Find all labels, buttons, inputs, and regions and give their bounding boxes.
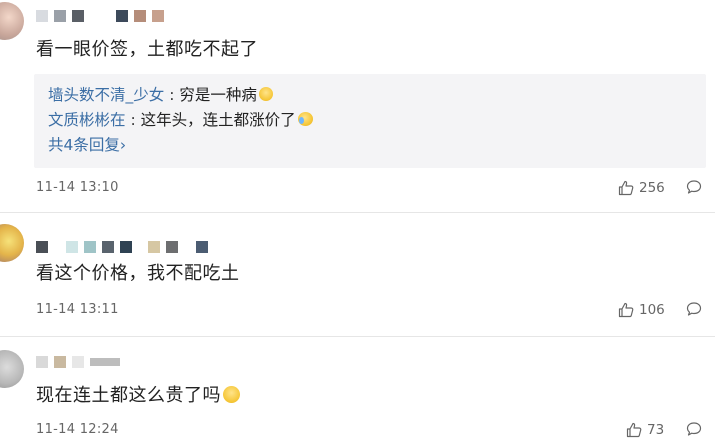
timestamp: 11-14 13:10 bbox=[36, 180, 119, 195]
comment-item: 看一眼价签，土都吃不起了 墙头数不清_少女 : 穷是一种病 文质彬彬在 : 这年… bbox=[0, 0, 715, 212]
comment-bubble-icon[interactable] bbox=[686, 179, 702, 195]
comment-text: 看一眼价签，土都吃不起了 bbox=[36, 39, 258, 60]
like-button[interactable]: 73 bbox=[626, 420, 664, 440]
pixel-gap bbox=[54, 241, 60, 253]
comment-text-content: 现在连土都这么贵了吗 bbox=[36, 385, 221, 406]
reply-username[interactable]: 墙头数不清_少女 bbox=[48, 86, 164, 104]
timestamp: 11-14 12:24 bbox=[36, 422, 119, 437]
like-count: 106 bbox=[639, 302, 665, 318]
more-replies-link[interactable]: 共4条回复› bbox=[48, 135, 126, 155]
comment-bubble-icon[interactable] bbox=[686, 301, 702, 317]
avatar[interactable] bbox=[0, 224, 24, 262]
pixel-block bbox=[166, 241, 178, 253]
comment-bubble-icon[interactable] bbox=[686, 421, 702, 437]
smile-emoji-icon bbox=[258, 87, 273, 101]
reply-text: 穷是一种病 bbox=[179, 86, 257, 104]
reply-separator: : bbox=[125, 111, 141, 129]
username-pixelated[interactable] bbox=[36, 9, 164, 23]
pixel-block bbox=[152, 10, 164, 22]
reply-box: 墙头数不清_少女 : 穷是一种病 文质彬彬在 : 这年头，连土都涨价了 共4条回… bbox=[34, 74, 706, 168]
avatar[interactable] bbox=[0, 2, 24, 40]
pixel-block bbox=[36, 356, 48, 368]
username-pixelated[interactable] bbox=[36, 240, 208, 254]
pixel-block bbox=[196, 241, 208, 253]
crying-laugh-emoji-icon bbox=[297, 112, 313, 126]
pixel-gap bbox=[184, 241, 190, 253]
comment-text: 看这个价格，我不配吃土 bbox=[36, 263, 240, 284]
reply-item: 墙头数不清_少女 : 穷是一种病 bbox=[48, 85, 273, 105]
more-replies-label: 共4条回复 bbox=[48, 136, 120, 154]
username-pixelated[interactable] bbox=[36, 355, 120, 369]
pixel-block bbox=[120, 241, 132, 253]
thumbs-up-icon bbox=[618, 302, 634, 318]
pixel-block bbox=[148, 241, 160, 253]
smile-emoji-icon bbox=[223, 386, 240, 403]
pixel-block bbox=[54, 356, 66, 368]
pixel-block bbox=[36, 10, 48, 22]
pixel-block bbox=[72, 356, 84, 368]
pixel-block bbox=[116, 10, 128, 22]
comment-meta: 11-14 12:24 73 bbox=[36, 420, 704, 440]
pixel-block bbox=[72, 10, 84, 22]
pixel-block bbox=[102, 241, 114, 253]
thumbs-up-icon bbox=[618, 180, 634, 196]
reply-item: 文质彬彬在 : 这年头，连土都涨价了 bbox=[48, 110, 313, 130]
pixel-block bbox=[90, 358, 120, 366]
comment-meta: 11-14 13:11 106 bbox=[36, 300, 704, 320]
reply-separator: : bbox=[164, 86, 180, 104]
like-button[interactable]: 256 bbox=[618, 178, 665, 198]
chevron-right-icon: › bbox=[119, 136, 127, 154]
pixel-block bbox=[66, 241, 78, 253]
comment-text: 现在连土都这么贵了吗 bbox=[36, 384, 240, 408]
like-count: 73 bbox=[647, 422, 665, 438]
pixel-gap bbox=[138, 241, 142, 253]
reply-text: 这年头，连土都涨价了 bbox=[140, 111, 296, 129]
pixel-block bbox=[84, 241, 96, 253]
pixel-block bbox=[134, 10, 146, 22]
pixel-block bbox=[54, 10, 66, 22]
like-button[interactable]: 106 bbox=[618, 300, 665, 320]
thumbs-up-icon bbox=[626, 422, 642, 438]
timestamp: 11-14 13:11 bbox=[36, 302, 119, 317]
like-count: 256 bbox=[639, 180, 665, 196]
reply-username[interactable]: 文质彬彬在 bbox=[48, 111, 126, 129]
pixel-block bbox=[36, 241, 48, 253]
comment-meta: 11-14 13:10 256 bbox=[36, 178, 704, 198]
avatar[interactable] bbox=[0, 350, 24, 388]
pixel-gap bbox=[90, 10, 110, 22]
